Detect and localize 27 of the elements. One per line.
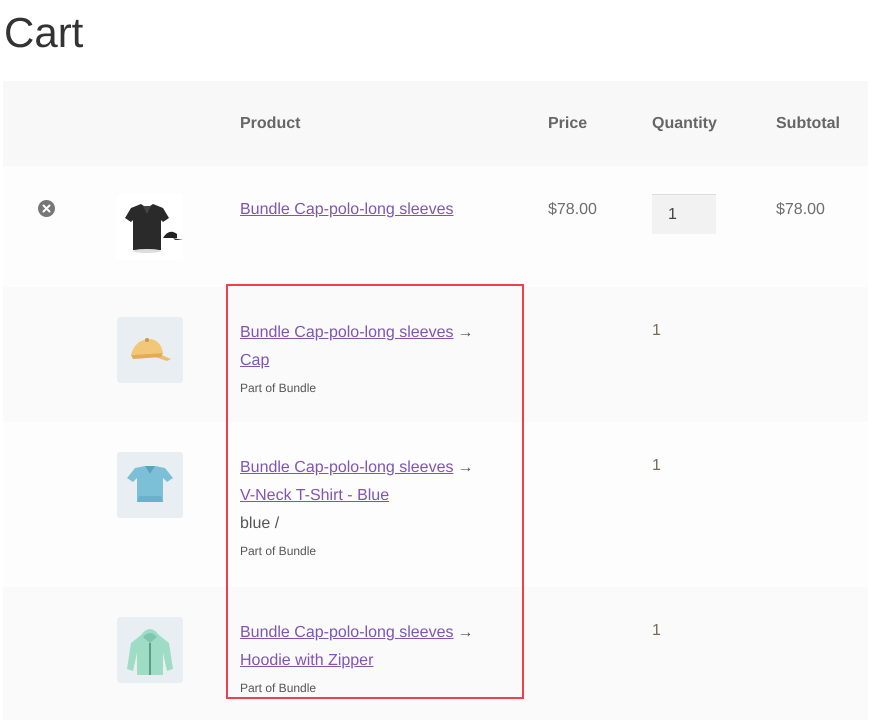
column-header: Product bbox=[240, 114, 300, 132]
quantity-text: 1 bbox=[652, 622, 661, 639]
page-title: Cart bbox=[3, 8, 84, 58]
column-header: Subtotal bbox=[776, 114, 840, 132]
close-icon bbox=[42, 204, 51, 213]
product-link[interactable]: Bundle Cap-polo-long sleeves bbox=[240, 319, 454, 347]
bundle-note: Part of Bundle bbox=[240, 543, 316, 560]
price-text: $78.00 bbox=[548, 201, 597, 218]
product-link[interactable]: Cap bbox=[240, 347, 270, 375]
quantity-field[interactable]: 1 bbox=[652, 194, 716, 234]
remove-button[interactable] bbox=[38, 200, 55, 217]
arrow-text: → bbox=[457, 623, 474, 643]
quantity-text: 1 bbox=[652, 322, 661, 339]
bundle-note: Part of Bundle bbox=[240, 380, 316, 397]
product-link[interactable]: V-Neck T-Shirt - Blue bbox=[240, 482, 390, 510]
variation-text: blue / bbox=[240, 514, 280, 534]
product-link[interactable]: Bundle Cap-polo-long sleeves bbox=[240, 454, 454, 482]
arrow-text: → bbox=[457, 458, 474, 478]
subtotal-text: $78.00 bbox=[776, 201, 825, 218]
bundle-note: Part of Bundle bbox=[240, 680, 316, 697]
column-header: Price bbox=[548, 114, 588, 132]
column-header: Quantity bbox=[652, 114, 717, 132]
quantity-text: 1 bbox=[652, 457, 661, 474]
product-link[interactable]: Hoodie with Zipper bbox=[240, 647, 374, 675]
product-link[interactable]: Bundle Cap-polo-long sleeves bbox=[240, 201, 454, 218]
product-link[interactable]: Bundle Cap-polo-long sleeves bbox=[240, 619, 454, 647]
arrow-text: → bbox=[457, 323, 474, 343]
